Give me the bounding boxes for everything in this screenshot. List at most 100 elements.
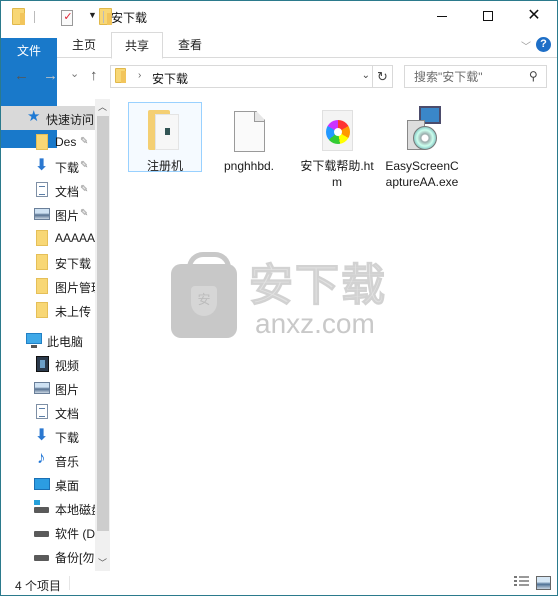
customize-dropdown-icon[interactable]: ▼ [88, 10, 97, 20]
sidebar-item-downloads-pinned[interactable]: ⬇ 下载 ✎ [1, 154, 95, 178]
explorer-window: ▼ 安下载 ✕ 文件 主页 共享 查看 ﹀ ? ← → ⌄ ↑ › 安下载 ⌄ … [0, 0, 558, 596]
picture-icon [34, 382, 50, 394]
search-icon[interactable]: ⚲ [529, 69, 538, 83]
maximize-button[interactable] [465, 1, 511, 31]
document-icon [36, 404, 48, 419]
sidebar-item-videos[interactable]: 视频 [1, 352, 95, 376]
sidebar-item-this-pc[interactable]: 此电脑 [1, 328, 95, 352]
folder-icon [36, 230, 48, 246]
sidebar-item-software-drive[interactable]: 软件 (D [1, 520, 95, 544]
expand-ribbon-icon[interactable]: ﹀ [521, 38, 531, 53]
sidebar-item-anxiazai[interactable]: 安下载 [1, 250, 95, 274]
file-name: pnghhbd. [223, 159, 275, 173]
watermark: 安 安下载 anxz.com [171, 252, 391, 339]
system-drive-icon [34, 500, 49, 513]
shield-icon: 安 [191, 286, 217, 316]
sidebar-item-backup-drive[interactable]: 备份[勿 [1, 544, 95, 568]
sidebar-item-desktop[interactable]: 桌面 [1, 472, 95, 496]
sidebar-item-quick-access[interactable]: ★ 快速访问 [1, 106, 95, 130]
navigation-pane: ★ 快速访问 Des ✎ ⬇ 下载 ✎ 文档 ✎ 图片 ✎ AAAAA 安下载 … [1, 99, 109, 571]
tab-share[interactable]: 共享 [111, 32, 163, 59]
blank-file-icon [234, 111, 265, 152]
details-view-button[interactable] [514, 576, 529, 590]
picture-icon [34, 208, 50, 220]
folder-icon [36, 302, 48, 318]
ribbon-tabs: 文件 主页 共享 查看 ﹀ ? [1, 32, 557, 148]
sidebar-item-aaaaa[interactable]: AAAAA [1, 226, 95, 250]
pin-icon[interactable]: ✎ [80, 208, 88, 219]
download-icon: ⬇ [35, 427, 49, 444]
folder-icon [148, 110, 182, 150]
sidebar-scrollbar[interactable]: ︿ ﹀ [95, 99, 110, 571]
breadcrumb-separator[interactable]: › [138, 70, 141, 81]
folder-icon [36, 278, 48, 294]
sidebar-item-pictures[interactable]: 图片 [1, 376, 95, 400]
pin-icon[interactable]: ✎ [80, 184, 88, 195]
pin-icon[interactable]: ✎ [80, 160, 88, 171]
file-item-help-htm[interactable]: 安下载帮助.htm [300, 102, 374, 212]
sidebar-item-documents-pinned[interactable]: 文档 ✎ [1, 178, 95, 202]
maximize-icon [483, 11, 493, 21]
close-icon: ✕ [527, 7, 541, 24]
status-bar: 4 个项目 [1, 572, 557, 595]
file-item-easyscreencapture-exe[interactable]: EasyScreenCaptureAA.exe [385, 102, 459, 212]
watermark-cn-text: 安下载 [249, 261, 387, 310]
drive-icon [34, 555, 49, 561]
address-dropdown-icon[interactable]: ⌄ [362, 70, 370, 81]
scroll-down-icon[interactable]: ﹀ [95, 555, 110, 571]
document-icon [36, 182, 48, 197]
sidebar-item-pictures-pinned[interactable]: 图片 ✎ [1, 202, 95, 226]
sidebar-item-local-disk[interactable]: 本地磁盘 [1, 496, 95, 520]
title-bar: ▼ 安下载 ✕ [1, 1, 557, 32]
address-bar[interactable]: › 安下载 ⌄ ↻ [110, 65, 393, 88]
sidebar-item-picture-manager[interactable]: 图片管理 [1, 274, 95, 298]
html-file-icon [322, 110, 353, 151]
large-icons-view-button[interactable] [536, 576, 551, 590]
file-name: EasyScreenCaptureAA.exe [385, 159, 459, 189]
folder-icon [36, 254, 48, 270]
file-name: 安下载帮助.htm [300, 159, 374, 189]
pin-icon[interactable]: ✎ [80, 136, 88, 147]
folder-icon [115, 68, 126, 83]
sidebar-item-not-uploaded[interactable]: 未上传 [1, 298, 95, 322]
help-icon[interactable]: ? [536, 37, 551, 52]
recent-locations-button[interactable]: ⌄ [70, 67, 79, 80]
window-title: 安下载 [111, 11, 148, 25]
sidebar-item-downloads[interactable]: ⬇ 下载 [1, 424, 95, 448]
scrollbar-thumb[interactable] [97, 116, 109, 531]
close-button[interactable]: ✕ [511, 1, 557, 31]
folder-icon [36, 134, 48, 150]
sidebar-item-documents[interactable]: 文档 [1, 400, 95, 424]
scroll-up-icon[interactable]: ︿ [95, 99, 110, 115]
toolbar-separator [34, 11, 35, 23]
forward-button[interactable]: → [43, 67, 58, 84]
back-button[interactable]: ← [14, 67, 29, 84]
bag-logo-icon: 安 [171, 252, 237, 338]
folder-icon [12, 8, 25, 25]
drive-icon [34, 531, 49, 537]
sidebar-item-desktop-pinned[interactable]: Des ✎ [1, 130, 95, 154]
tab-home[interactable]: 主页 [61, 32, 107, 58]
breadcrumb-item[interactable]: 安下载 [152, 70, 188, 87]
file-name: 注册机 [146, 159, 183, 173]
search-input[interactable] [405, 66, 525, 87]
toolbar-separator [103, 11, 104, 23]
download-icon: ⬇ [35, 157, 49, 174]
minimize-button[interactable] [419, 1, 465, 31]
refresh-button[interactable]: ↻ [372, 66, 392, 87]
tab-view[interactable]: 查看 [167, 32, 213, 58]
desktop-icon [34, 478, 50, 490]
star-icon: ★ [27, 108, 41, 125]
search-box[interactable]: ⚲ [404, 65, 547, 88]
file-item-keygen-folder[interactable]: 注册机 [128, 102, 202, 212]
installer-icon [403, 106, 445, 154]
new-folder-icon[interactable] [98, 8, 112, 25]
watermark-en-text: anxz.com [255, 308, 375, 339]
status-divider [69, 576, 70, 590]
video-icon [36, 356, 49, 372]
computer-icon [26, 333, 42, 348]
up-button[interactable]: ↑ [90, 67, 98, 84]
properties-icon[interactable] [61, 10, 74, 26]
file-item-pnghhbd[interactable]: pnghhbd. [212, 102, 286, 212]
sidebar-item-music[interactable]: ♪ 音乐 [1, 448, 95, 472]
